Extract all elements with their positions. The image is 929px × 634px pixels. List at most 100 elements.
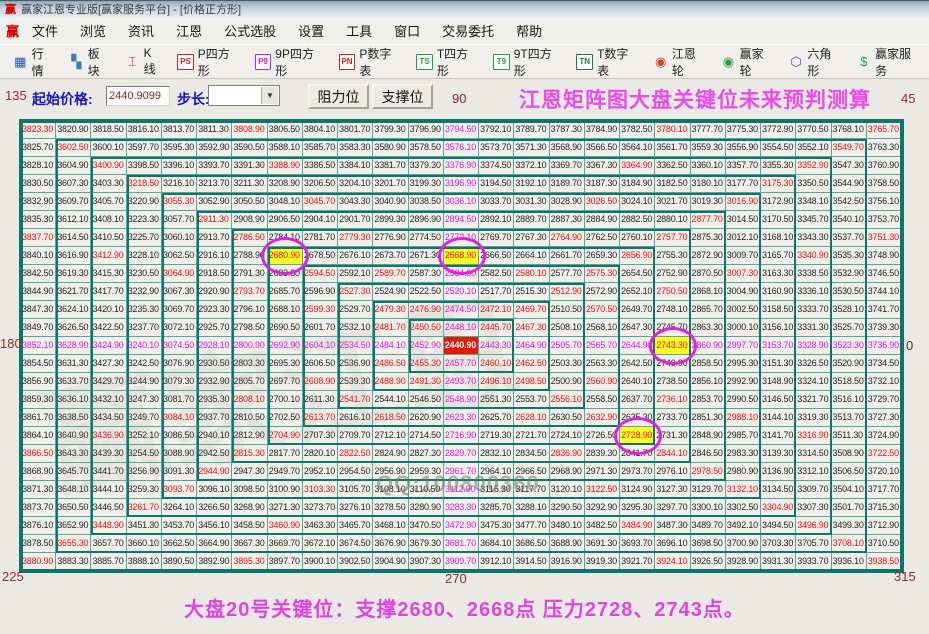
toolbar-item-kline[interactable]: ⌶K线: [118, 49, 170, 75]
grid-cell: 3768.10: [832, 121, 867, 139]
grid-cell: 3295.30: [620, 499, 655, 517]
grid-cell: 2896.90: [409, 211, 444, 229]
grid-cell: 3033.70: [479, 193, 514, 211]
grid-cell: 3268.90: [232, 499, 267, 517]
grid-cell: 2997.70: [726, 337, 761, 355]
grid-cell: 3028.90: [550, 193, 585, 211]
menu-item-formula-stock-pick[interactable]: 公式选股: [213, 21, 287, 42]
grid-cell: 2635.30: [620, 409, 655, 427]
grid-cell: 3302.50: [726, 499, 761, 517]
grid-cell: 3847.30: [21, 301, 56, 319]
grid-cell: 2894.50: [444, 211, 479, 229]
grid-cell: 3264.10: [162, 499, 197, 517]
step-dropdown[interactable]: ▼: [208, 85, 280, 106]
toolbar-item-sectors[interactable]: ▚板块: [62, 49, 118, 75]
grid-cell: 3535.30: [832, 247, 867, 265]
toolbar-item-hexagon[interactable]: ⬡六角形: [782, 49, 850, 75]
toolbar-item-winner-wheel[interactable]: ◉赢家轮: [714, 49, 782, 75]
menu-item-trade-entrust[interactable]: 交易委托: [431, 21, 505, 42]
toolbar-item-p-number-table[interactable]: PNP数字表: [332, 49, 410, 75]
grid-cell: 2865.70: [691, 301, 726, 319]
grid-cell: 2755.30: [655, 247, 690, 265]
grid-cell: 3626.50: [56, 319, 91, 337]
grid-cell: 3912.10: [479, 553, 514, 571]
grid-cell: 3499.30: [832, 517, 867, 535]
toolbar-item-quotes[interactable]: ▦行情: [6, 49, 62, 75]
grid-cell: 3292.90: [585, 499, 620, 517]
grid-cell: 3926.50: [691, 553, 726, 571]
toolbar-item-p-square[interactable]: PSP四方形: [170, 49, 248, 75]
grid-cell: 3350.50: [796, 175, 831, 193]
grid-cell: 2676.10: [338, 247, 373, 265]
grid-cell: 3660.10: [127, 535, 162, 553]
grid-cell: 3772.90: [761, 121, 796, 139]
grid-cell: 3463.30: [303, 517, 338, 535]
menu-bar: 赢 文件浏览资讯江恩公式选股设置工具窗口交易委托帮助: [0, 17, 929, 44]
grid-cell: 2661.70: [550, 247, 585, 265]
grid-cell: 2793.70: [232, 283, 267, 301]
grid-cell: 3708.10: [832, 535, 867, 553]
menu-item-settings[interactable]: 设置: [287, 21, 335, 42]
toolbar-item-label: 9T四方形: [514, 45, 563, 79]
grid-cell: 2964.10: [479, 463, 514, 481]
grid-cell: 2496.10: [479, 373, 514, 391]
grid-cell: 2757.70: [655, 229, 690, 247]
chevron-down-icon[interactable]: ▼: [261, 87, 278, 104]
grid-cell: 3909.70: [444, 553, 479, 571]
grid-cell: 3734.50: [867, 355, 902, 373]
grid-cell: 3729.70: [867, 391, 902, 409]
grid-cell: 2887.30: [550, 211, 585, 229]
menu-item-help[interactable]: 帮助: [505, 21, 553, 42]
support-button[interactable]: 支撑位: [372, 84, 433, 109]
grid-cell: 3712.90: [867, 517, 902, 535]
toolbar-item-9t-square[interactable]: T99T四方形: [486, 49, 569, 75]
grid-cell: 2935.30: [197, 391, 232, 409]
grid-cell: 3835.30: [21, 211, 56, 229]
grid-cell: 3182.50: [655, 175, 690, 193]
grid-cell: 2721.70: [514, 427, 549, 445]
grid-cell: 2503.30: [550, 355, 585, 373]
t-square-icon: TS: [416, 54, 433, 70]
grid-cell: 3520.90: [832, 355, 867, 373]
grid-cell: 3864.10: [21, 427, 56, 445]
toolbar-item-gann-wheel[interactable]: ◉江恩轮: [646, 49, 714, 75]
menu-item-file[interactable]: 文件: [21, 21, 69, 42]
grid-cell: 3636.10: [56, 391, 91, 409]
resistance-button[interactable]: 阻力位: [308, 84, 369, 109]
grid-cell: 2541.70: [338, 391, 373, 409]
grid-cell: 2493.70: [444, 373, 479, 391]
grid-cell: 3151.30: [761, 355, 796, 373]
toolbar-item-9p-square[interactable]: P99P四方形: [248, 49, 332, 75]
grid-cell: 3652.90: [56, 517, 91, 535]
grid-cell: 2522.50: [409, 283, 444, 301]
grid-cell: 3693.70: [620, 535, 655, 553]
grid-cell: 2488.90: [373, 373, 408, 391]
grid-cell: 3859.30: [21, 391, 56, 409]
start-price-input[interactable]: [106, 86, 170, 106]
grid-cell: 3784.90: [585, 121, 620, 139]
toolbar: ▦行情▚板块⌶K线PSP四方形P99P四方形PNP数字表TST四方形T99T四方…: [0, 44, 929, 79]
grid-cell: 3458.50: [232, 517, 267, 535]
menu-item-tools[interactable]: 工具: [335, 21, 383, 42]
grid-cell: 3259.30: [127, 481, 162, 499]
grid-cell: 3612.10: [56, 211, 91, 229]
toolbar-item-t-square[interactable]: TST四方形: [409, 49, 486, 75]
grid-cell: 3777.70: [691, 121, 726, 139]
toolbar-item-winner-service[interactable]: $赢家服务: [850, 49, 929, 75]
toolbar-item-t-number-table[interactable]: TNT数字表: [569, 49, 646, 75]
grid-cell: 2460.10: [479, 355, 514, 373]
menu-item-gann[interactable]: 江恩: [165, 21, 213, 42]
grid-cell: 3091.30: [162, 463, 197, 481]
grid-cell: 2570.50: [585, 301, 620, 319]
menu-item-window[interactable]: 窗口: [383, 21, 431, 42]
grid-cell: 3552.10: [796, 139, 831, 157]
menu-item-browse[interactable]: 浏览: [69, 21, 117, 42]
grid-cell: 2779.30: [338, 229, 373, 247]
grid-cell: 2760.10: [620, 229, 655, 247]
grid-cell: 2901.70: [338, 211, 373, 229]
grid-cell: 3220.90: [127, 193, 162, 211]
menu-item-info[interactable]: 资讯: [117, 21, 165, 42]
grid-cell: 3876.10: [21, 517, 56, 535]
grid-cell: 2484.10: [373, 337, 408, 355]
grid-cell: 3902.50: [338, 553, 373, 571]
